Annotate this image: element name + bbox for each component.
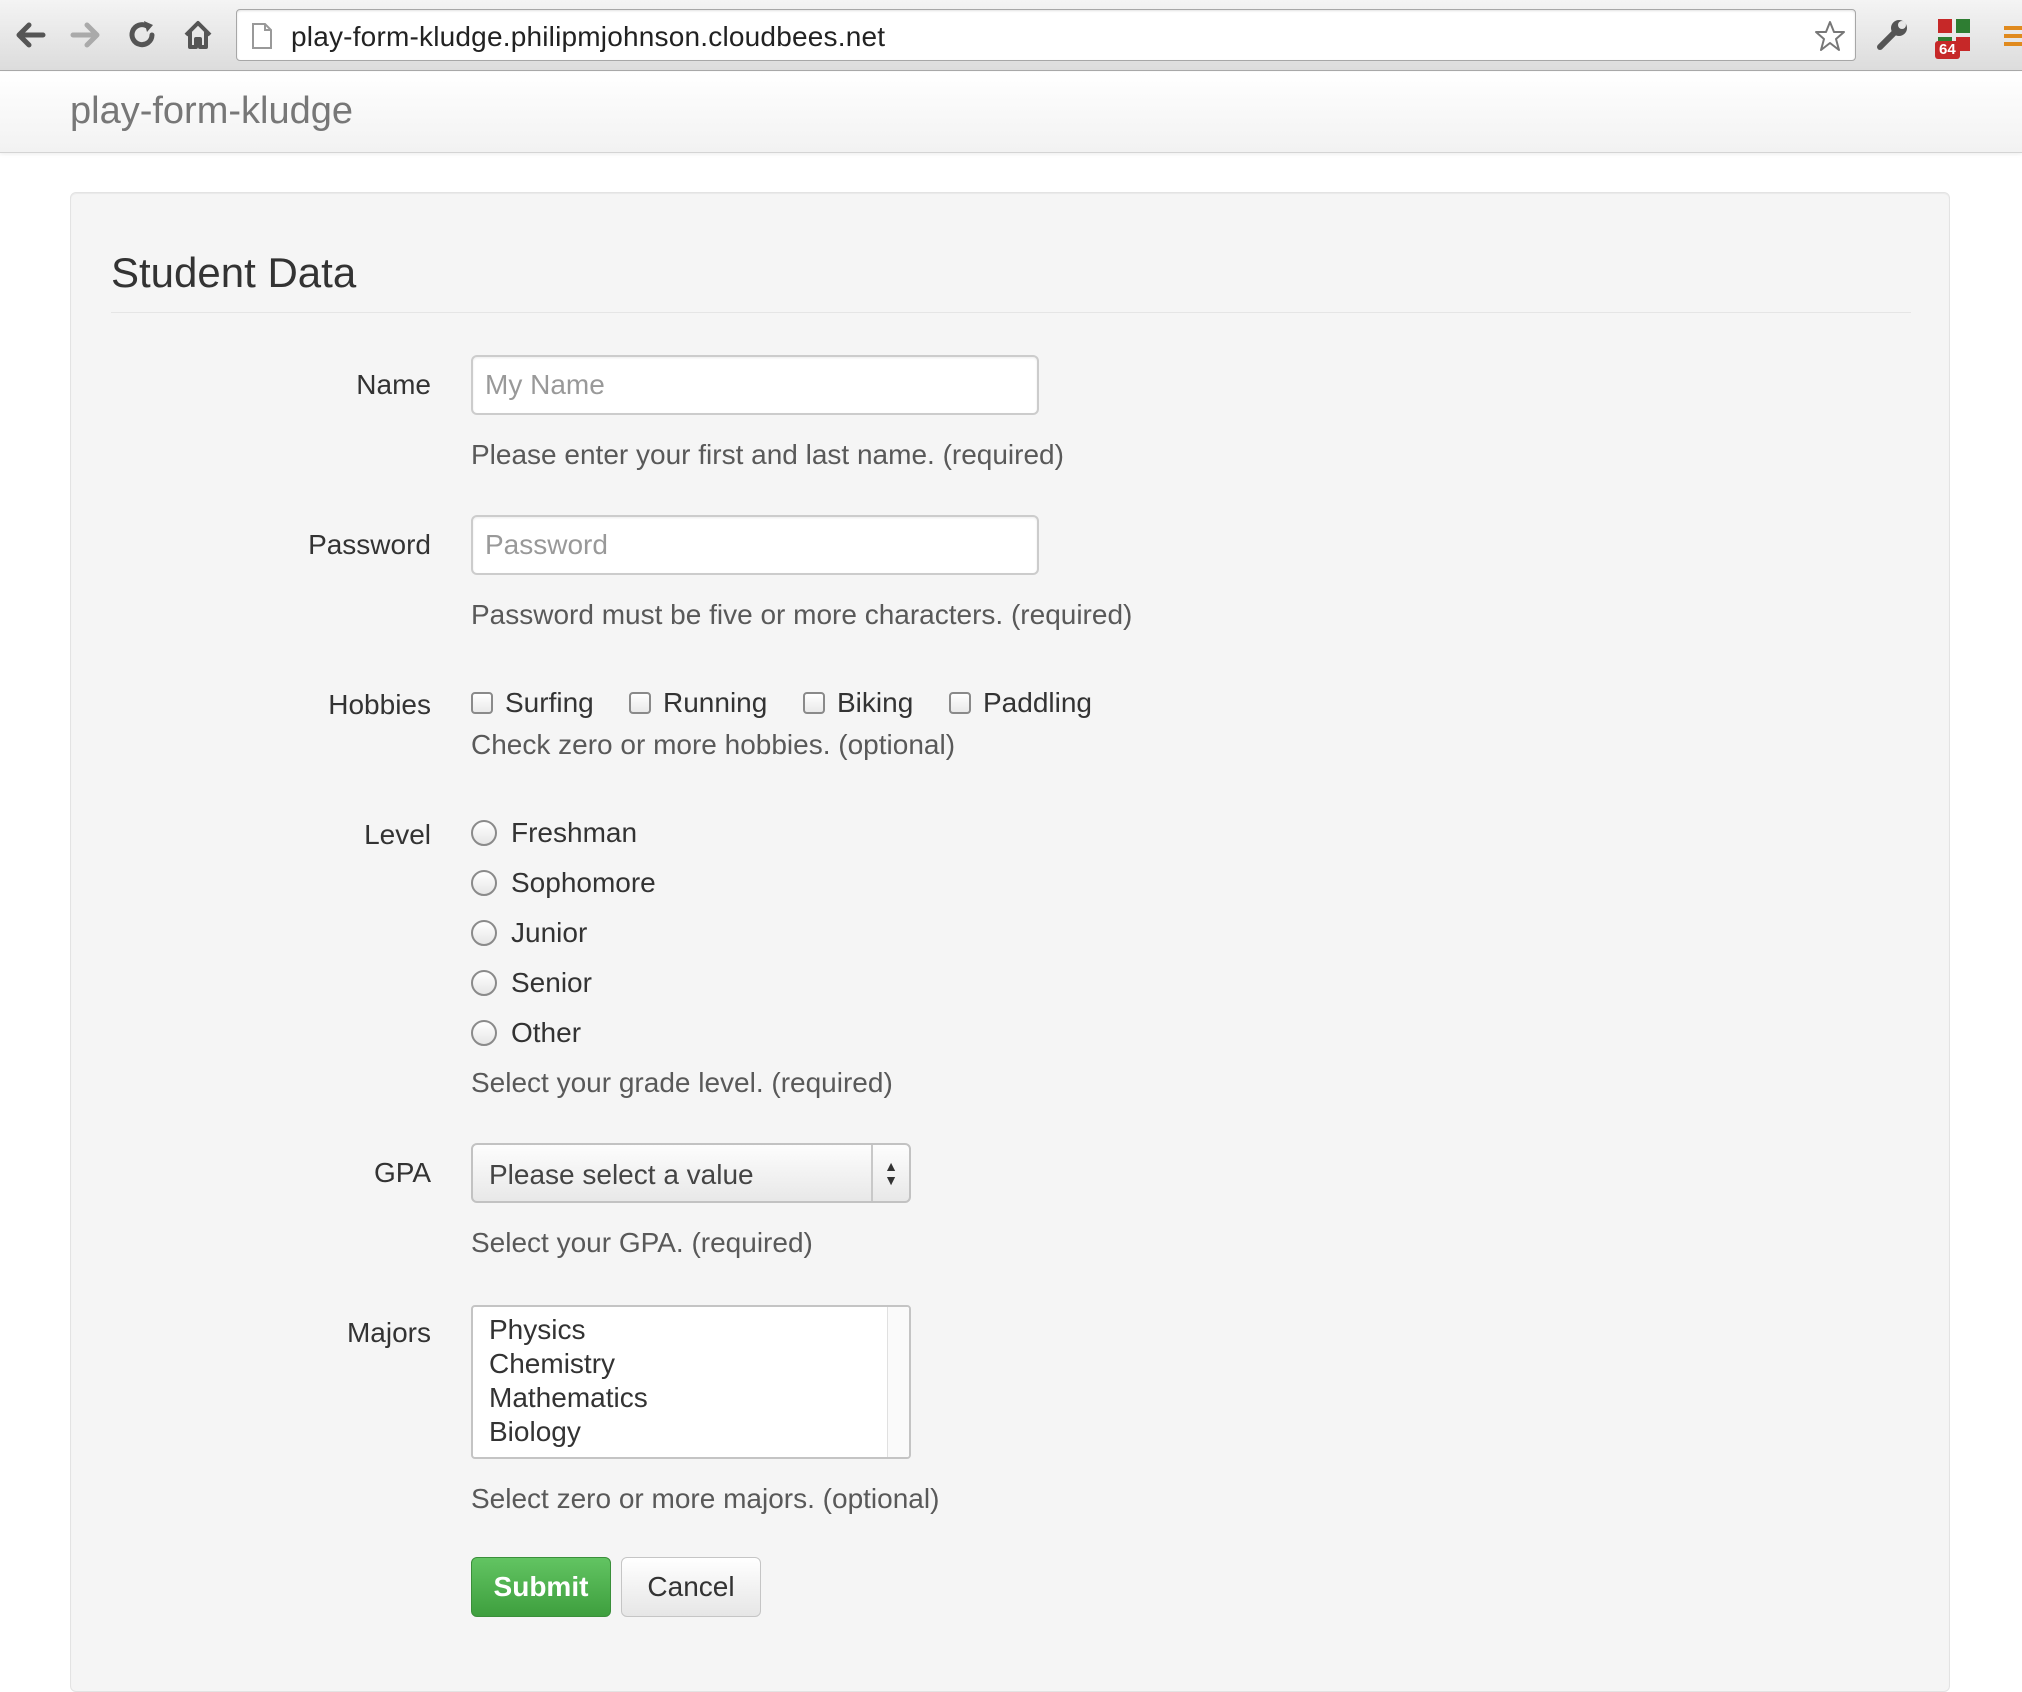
home-icon xyxy=(184,21,212,49)
gpa-select[interactable]: Please select a value ▲ ▼ xyxy=(471,1143,911,1203)
radio-button[interactable] xyxy=(471,820,497,846)
majors-multiselect[interactable]: Physics Chemistry Mathematics Biology xyxy=(471,1305,911,1459)
bookmark-star-icon[interactable] xyxy=(1813,19,1847,53)
forward-arrow-icon xyxy=(70,22,100,48)
page-icon xyxy=(252,23,272,49)
submit-button[interactable]: Submit xyxy=(471,1557,611,1617)
hobby-label: Biking xyxy=(837,687,914,718)
hobby-surfing[interactable]: Surfing xyxy=(471,687,594,719)
gpa-selected-value: Please select a value xyxy=(489,1159,754,1190)
name-label: Name xyxy=(356,369,431,400)
hobbies-label: Hobbies xyxy=(328,689,431,720)
password-help: Password must be five or more characters… xyxy=(471,599,1133,630)
site-navbar: play-form-kludge xyxy=(0,72,2022,153)
level-label: Junior xyxy=(511,917,588,948)
level-label: Freshman xyxy=(511,817,638,848)
brand-link[interactable]: play-form-kludge xyxy=(70,90,353,133)
level-sophomore[interactable]: Sophomore xyxy=(471,867,656,899)
password-input[interactable] xyxy=(471,515,1039,575)
majors-help: Select zero or more majors. (optional) xyxy=(471,1483,940,1514)
major-option-mathematics[interactable]: Mathematics xyxy=(489,1381,648,1415)
address-bar[interactable]: play-form-kludge.philipmjohnson.cloudbee… xyxy=(236,9,1856,61)
password-label: Password xyxy=(308,529,431,560)
cancel-button[interactable]: Cancel xyxy=(621,1557,761,1617)
gpa-help: Select your GPA. (required) xyxy=(471,1227,813,1258)
reload-button[interactable] xyxy=(120,13,164,57)
form-title: Student Data xyxy=(111,248,1911,313)
wrench-icon xyxy=(1877,20,1907,50)
form-container: Student Data Name Please enter your firs… xyxy=(70,192,1950,1692)
level-help: Select your grade level. (required) xyxy=(471,1067,893,1098)
back-button[interactable] xyxy=(8,13,52,57)
radio-button[interactable] xyxy=(471,920,497,946)
hobby-paddling[interactable]: Paddling xyxy=(949,687,1092,719)
checkbox[interactable] xyxy=(803,692,825,714)
major-option-physics[interactable]: Physics xyxy=(489,1313,585,1347)
wrench-menu-button[interactable] xyxy=(1870,13,1914,57)
majors-scrollbar[interactable] xyxy=(887,1307,909,1457)
checkbox[interactable] xyxy=(471,692,493,714)
radio-button[interactable] xyxy=(471,1020,497,1046)
hobby-label: Paddling xyxy=(983,687,1092,718)
checkbox[interactable] xyxy=(949,692,971,714)
level-junior[interactable]: Junior xyxy=(471,917,587,949)
home-button[interactable] xyxy=(176,13,220,57)
gpa-label: GPA xyxy=(373,1157,431,1188)
menu-icon[interactable] xyxy=(2004,24,2022,48)
level-label: Senior xyxy=(511,967,592,998)
level-label: Other xyxy=(511,1017,582,1048)
level-senior[interactable]: Senior xyxy=(471,967,592,999)
hobby-label: Running xyxy=(663,687,768,718)
name-help: Please enter your first and last name. (… xyxy=(471,439,1064,470)
majors-label: Majors xyxy=(346,1317,431,1348)
major-option-chemistry[interactable]: Chemistry xyxy=(489,1347,615,1381)
name-input[interactable] xyxy=(471,355,1039,415)
browser-toolbar: play-form-kludge.philipmjohnson.cloudbee… xyxy=(0,0,2022,71)
forward-button[interactable] xyxy=(64,13,108,57)
reload-icon xyxy=(129,21,155,48)
level-other[interactable]: Other xyxy=(471,1017,581,1049)
extension-badge: 64 xyxy=(1935,41,1960,59)
back-arrow-icon xyxy=(16,22,46,48)
level-label: Level xyxy=(364,819,431,850)
hobby-biking[interactable]: Biking xyxy=(803,687,913,719)
radio-button[interactable] xyxy=(471,870,497,896)
checkbox[interactable] xyxy=(629,692,651,714)
hobby-label: Surfing xyxy=(505,687,594,718)
hobby-running[interactable]: Running xyxy=(629,687,767,719)
level-label: Sophomore xyxy=(511,867,656,898)
select-arrows-icon: ▲ ▼ xyxy=(871,1145,909,1201)
url-text: play-form-kludge.philipmjohnson.cloudbee… xyxy=(291,21,886,52)
radio-button[interactable] xyxy=(471,970,497,996)
level-freshman[interactable]: Freshman xyxy=(471,817,637,849)
hobbies-help: Check zero or more hobbies. (optional) xyxy=(471,729,956,760)
major-option-biology[interactable]: Biology xyxy=(489,1415,581,1449)
